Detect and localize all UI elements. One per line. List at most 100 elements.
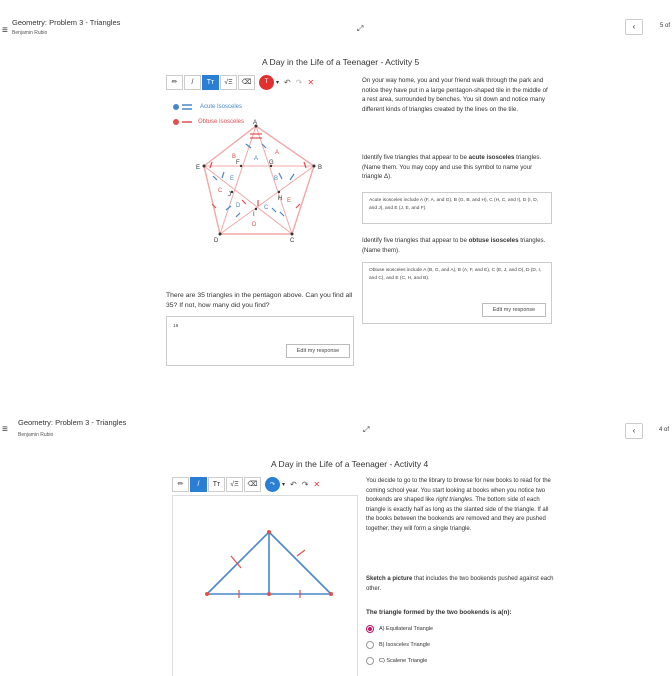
page-count-2: 4 of [659,427,670,433]
clear-icon[interactable]: ✕ [307,78,314,87]
eraser-tool-button-2[interactable]: ⌫ [244,476,261,492]
clear-icon-2[interactable]: ✕ [313,480,320,489]
sketch-bold: Sketch a picture [366,576,413,582]
vertex-label-d: D [214,238,219,244]
acute-answer-box: Acute isosceles include A (F, A, and G),… [362,192,552,224]
acute-tri-label-c: C [264,205,269,211]
student-name-2: Benjamin Rubio [18,432,54,438]
obtuse-tri-label-b: B [232,154,236,160]
count-question: There are 35 triangles in the pentagon a… [166,292,353,309]
obtuse-answer-box: Obtuse isosceles include A (B, G, and A)… [362,262,552,324]
color-dropdown-icon[interactable]: ▾ [276,79,279,86]
line-tool-button[interactable]: / [184,74,201,90]
color-dropdown-icon-2[interactable]: ▾ [282,481,285,488]
menu-icon-2[interactable]: ≡ [2,424,8,435]
legend-acute-swatch [173,104,192,110]
option-b-label: B) Isosceles Triangle [379,642,431,648]
obtuse-tri-label-e: E [287,198,291,204]
vertex-label-f: F [236,160,240,166]
previous-page-button-2[interactable]: ‹ [625,423,643,439]
vertex-label-j: J [228,192,231,198]
expand-icon-2[interactable]: ⤢ [363,425,369,435]
obtuse-answer: Obtuse isosceles include A (B, G, and A)… [369,268,542,281]
option-a[interactable]: A) Equilateral Triangle [366,625,433,633]
obtuse-question-pre: Identify five triangles that appear to b… [362,237,469,244]
drawing-canvas-2[interactable] [172,495,358,676]
outer-pentagon [203,125,315,235]
acute-hash-marks [212,143,295,218]
top-bar: ≡ Geometry: Problem 3 - Triangles Benjam… [0,10,672,42]
equation-tool-button-2[interactable]: √Ξ [226,476,243,492]
edit-response-button[interactable]: Edit my response [482,303,546,317]
bookend-triangle-drawing [205,530,333,598]
previous-page-button[interactable]: ‹ [625,19,643,35]
count-answer: 19 [173,324,179,329]
vertex-label-i: I [253,212,255,218]
redo-icon-2[interactable]: ↷ [302,480,309,489]
story-em: right triangles [436,497,473,504]
acute-answer: Acute isosceles include A (F, A, and G),… [369,198,539,211]
redo-icon[interactable]: ↷ [296,78,303,87]
vertex-label-e: E [196,165,200,171]
obtuse-tri-label-d: D [252,222,257,228]
pencil-tool-button[interactable]: ✏ [166,74,183,90]
activity-title-2: A Day in the Life of a Teenager - Activi… [271,459,429,469]
undo-icon-2[interactable]: ↶ [290,480,297,489]
text-tool-button[interactable]: Tт [202,74,219,90]
acute-tri-label-b: B [274,176,278,182]
problem-title-2: Geometry: Problem 3 - Triangles [18,418,127,427]
drawing-toolbar: ✏ / Tт √Ξ ⌫ T ▾ ↶ ↷ ✕ [166,74,314,90]
intro-text: On your way home, you and your friend wa… [362,77,548,113]
vertex-label-h: H [278,196,282,202]
menu-icon[interactable]: ≡ [2,25,8,36]
pencil-tool-button-2[interactable]: ✏ [172,476,189,492]
activity-4-panel: ≡ Geometry: Problem 3 - Triangles Benjam… [0,415,672,676]
vertex-points [202,124,316,236]
legend-obtuse: Obtuse Isosceles [198,119,244,125]
undo-icon[interactable]: ↶ [284,78,291,87]
acute-tri-label-e: E [230,176,234,182]
text-tool-button-2[interactable]: Tт [208,476,225,492]
acute-question: Identify five triangles that appear to b… [362,153,552,182]
color-picker-button-2[interactable]: ↷ [265,476,280,492]
student-name: Benjamin Rubio [12,30,48,36]
drawing-canvas[interactable]: A B C D E F G H I J A B C D E A B C D E [166,92,354,285]
vertex-label-b: B [318,165,322,171]
vertex-label-g: G [269,160,274,166]
activity-5-panel: ≡ Geometry: Problem 3 - Triangles Benjam… [0,0,672,410]
legend-acute-label: Acute Isosceles [200,104,243,110]
option-c[interactable]: C) Scalene Triangle [366,657,427,665]
mc-question: The triangle formed by the two bookends … [366,609,512,616]
acute-tri-label-d: D [236,203,241,209]
option-c-radio[interactable] [366,657,374,665]
top-bar-2: ≡ Geometry: Problem 3 - Triangles Benjam… [0,415,672,440]
edit-response-button-2[interactable]: Edit my response [286,344,350,358]
obtuse-question-bold: obtuse isosceles [468,237,519,244]
color-picker-button[interactable]: T [259,74,274,90]
vertex-label-c: C [290,238,295,244]
legend-obtuse-swatch [173,119,192,125]
problem-title: Geometry: Problem 3 - Triangles [12,18,121,27]
activity-title: A Day in the Life of a Teenager - Activi… [262,57,420,67]
obtuse-tri-label-a: A [275,150,279,156]
equation-tool-button[interactable]: √Ξ [220,74,237,90]
option-b-radio[interactable] [366,641,374,649]
vertex-label-a: A [253,120,257,126]
pentagon-drawing: A B C D E F G H I J A B C D E A B C D E [173,104,322,244]
acute-question-pre: Identify five triangles that appear to b… [362,154,469,161]
option-a-label: A) Equilateral Triangle [379,626,434,632]
legend-acute: Acute Isosceles [200,104,242,110]
option-a-radio[interactable] [366,625,374,633]
expand-icon[interactable]: ⤢ [357,24,363,34]
story-text: You decide to go to the library to brows… [366,477,556,535]
line-tool-button-2[interactable]: / [190,476,207,492]
option-c-label: C) Scalene Triangle [379,658,428,664]
triangle-lines [206,531,332,595]
eraser-tool-button[interactable]: ⌫ [238,74,255,90]
page-count: 5 of [660,23,671,29]
acute-question-bold: acute isosceles [468,154,515,161]
option-b[interactable]: B) Isosceles Triangle [366,641,430,649]
count-answer-box: 19 Edit my response [166,316,354,366]
obtuse-hash-marks [209,133,307,209]
obtuse-tri-label-c: C [218,188,223,194]
